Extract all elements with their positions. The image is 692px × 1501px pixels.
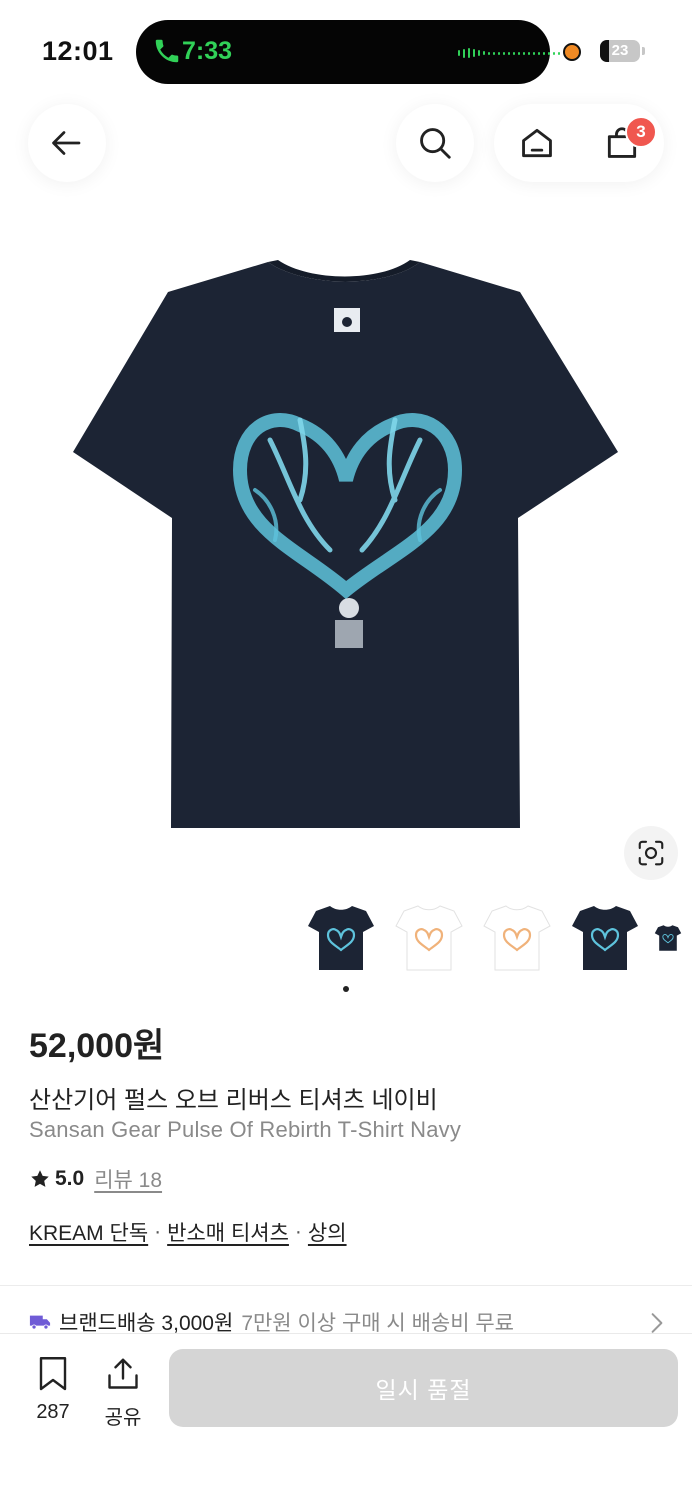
category-separator: ·	[294, 1220, 302, 1243]
product-name-korean: 산산기어 펄스 오브 리버스 티셔츠 네이비	[29, 1087, 438, 1114]
product-name-english: Sansan Gear Pulse Of Rebirth T-Shirt Nav…	[29, 1117, 462, 1142]
call-timer: 7:33	[182, 37, 233, 65]
share-button[interactable]: 공유	[92, 1356, 154, 1430]
recording-indicator-icon	[563, 43, 581, 61]
section-divider	[0, 1285, 692, 1286]
home-cart-group: 3	[494, 104, 664, 182]
thumbnail[interactable]	[566, 898, 644, 978]
cart-button[interactable]: 3	[579, 104, 664, 182]
search-icon	[420, 128, 451, 159]
phone-icon	[155, 39, 179, 63]
thumbnail[interactable]	[654, 898, 682, 978]
arrow-left-icon	[52, 131, 81, 155]
product-image[interactable]	[0, 230, 692, 880]
category-link-tops[interactable]: 상의	[308, 1217, 347, 1247]
battery-percent: 23	[611, 42, 629, 59]
rating-row: 5.0 리뷰 18	[29, 1164, 162, 1194]
dynamic-island[interactable]: 7:33	[136, 20, 560, 84]
audio-waveform-icon	[458, 48, 560, 58]
bottom-action-bar: 287 공유 일시 품절	[0, 1333, 692, 1501]
category-link-kream-exclusive[interactable]: KREAM 단독	[29, 1217, 148, 1247]
sold-out-button[interactable]: 일시 품절	[169, 1349, 678, 1427]
status-time: 12:01	[42, 36, 114, 66]
thumbnail[interactable]	[478, 898, 556, 978]
bookmark-icon	[39, 1357, 67, 1391]
share-icon	[108, 1358, 138, 1389]
star-icon	[31, 1170, 49, 1187]
home-icon	[521, 128, 552, 158]
carousel-indicator	[343, 986, 349, 992]
reviews-link[interactable]: 리뷰 18	[94, 1164, 162, 1194]
category-separator: ·	[154, 1220, 162, 1243]
product-price: 52,000원	[29, 1027, 165, 1065]
bookmark-button[interactable]: 287	[22, 1356, 84, 1424]
truck-icon	[29, 1315, 51, 1330]
category-link-short-sleeve[interactable]: 반소매 티셔츠	[167, 1217, 289, 1247]
category-breadcrumb: KREAM 단독 · 반소매 티셔츠 · 상의	[29, 1217, 347, 1247]
home-button[interactable]	[494, 104, 579, 182]
thumbnail[interactable]	[390, 898, 468, 978]
rating-score: 5.0	[55, 1167, 85, 1190]
cart-count-badge: 3	[625, 116, 657, 148]
battery-tip	[642, 47, 645, 55]
share-label: 공유	[104, 1407, 142, 1429]
back-button[interactable]	[28, 104, 106, 182]
thumbnail[interactable]	[302, 898, 380, 978]
t-shirt-illustration	[73, 260, 618, 828]
thumbnail-strip	[302, 898, 682, 978]
battery-icon: 23	[600, 40, 640, 62]
search-button[interactable]	[396, 104, 474, 182]
chevron-right-icon[interactable]	[648, 1312, 666, 1334]
bookmark-count: 287	[36, 1401, 70, 1423]
image-search-button[interactable]	[624, 826, 678, 880]
lens-search-icon	[638, 840, 664, 866]
